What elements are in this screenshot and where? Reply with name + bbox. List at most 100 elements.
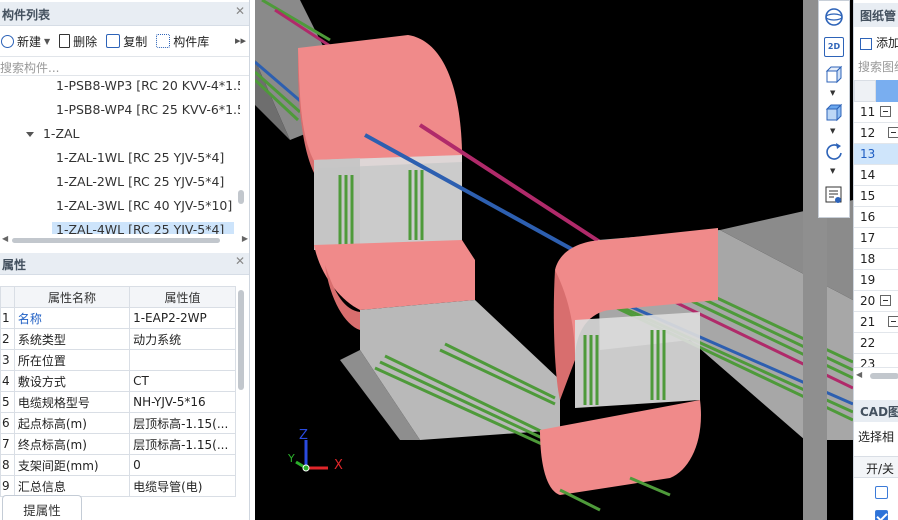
library-button[interactable]: 构件库	[156, 33, 209, 50]
left-panel: 构件列表 ✕ 新建 ▼ 删除 复制 构件库 ▸▸ 搜索构件... 1-PSB8-…	[0, 0, 250, 520]
property-value[interactable]: CT	[129, 370, 236, 392]
chevron-down-icon[interactable]: ▼	[830, 89, 835, 97]
tree-item[interactable]: 1-PSB8-WP3 [RC 20 KVV-4*1.5]	[56, 78, 240, 100]
axis-origin	[302, 464, 310, 472]
chevron-down-icon[interactable]: ▼	[830, 167, 835, 175]
search-placeholder: 搜索图纸	[858, 60, 898, 74]
tree-item-label: 1-PSB8-WP3 [RC 20 KVV-4*1.5]	[56, 78, 240, 93]
drawing-row[interactable]: 12	[854, 123, 898, 144]
drawing-row[interactable]: 17	[854, 228, 898, 249]
new-button[interactable]: 新建 ▼	[0, 33, 50, 50]
table-row[interactable]: 7 终点标高(m) 层顶标高-1.15(...	[0, 433, 236, 455]
table-row[interactable]: 6 起点标高(m) 层顶标高-1.15(...	[0, 412, 236, 434]
drawing-row[interactable]: 15	[854, 186, 898, 207]
property-value[interactable]: 层顶标高-1.15(...	[129, 433, 236, 455]
table-row[interactable]: 2 系统类型 动力系统	[0, 328, 236, 350]
view-2d-label: 2D	[827, 42, 841, 51]
layer-visibility-checkbox[interactable]	[875, 486, 888, 499]
add-icon	[860, 37, 872, 50]
arrow-left-icon[interactable]: ◀	[2, 234, 8, 243]
tree-item[interactable]: 1-ZAL-3WL [RC 40 YJV-5*10]	[56, 198, 232, 220]
list-settings-icon[interactable]	[824, 185, 844, 205]
property-value[interactable]: 电缆导管(电)	[129, 475, 236, 497]
drawing-row[interactable]: 22	[854, 333, 898, 354]
properties-scrollbar[interactable]	[238, 290, 244, 390]
row-number: 22	[860, 336, 876, 350]
close-icon[interactable]: ✕	[235, 254, 245, 268]
scroll-thumb[interactable]	[12, 238, 220, 243]
drawing-horizontal-scrollbar[interactable]	[870, 373, 898, 379]
add-drawing-button[interactable]: 添加	[860, 34, 898, 51]
chevron-down-icon[interactable]: ▼	[830, 127, 835, 135]
tree-item[interactable]: 1-ZAL-1WL [RC 25 YJV-5*4]	[56, 150, 224, 172]
property-value[interactable]	[129, 349, 236, 371]
drawing-row[interactable]: 23	[854, 354, 898, 368]
drawing-row-selected[interactable]: 13	[854, 144, 898, 165]
trash-icon	[59, 34, 71, 48]
component-search-input[interactable]: 搜索构件...	[0, 56, 249, 76]
collapse-icon[interactable]	[880, 295, 891, 306]
cad-panel-title: CAD图	[860, 405, 898, 419]
drawing-row[interactable]: 19	[854, 270, 898, 291]
tree-item-label: 1-ZAL	[42, 126, 80, 141]
table-row[interactable]: 1 名称 1-EAP2-2WP	[0, 307, 236, 329]
app-window: 构件列表 ✕ 新建 ▼ 删除 复制 构件库 ▸▸ 搜索构件... 1-PSB8-…	[0, 0, 898, 520]
3d-viewport[interactable]: Z X Y	[255, 0, 853, 520]
sphere-icon[interactable]	[824, 7, 844, 27]
collapse-icon[interactable]	[888, 127, 898, 138]
property-value[interactable]: 1-EAP2-2WP	[129, 307, 236, 329]
caret-down-icon[interactable]	[26, 132, 34, 137]
tree-item-label: 1-ZAL-4WL [RC 25 YJV-5*4]	[56, 222, 225, 234]
rotate-icon[interactable]	[824, 141, 844, 161]
arrow-right-icon[interactable]: ▶	[242, 234, 248, 243]
tab-extract-properties[interactable]: 提属性	[2, 495, 82, 520]
cube-icon[interactable]	[824, 65, 844, 85]
table-row[interactable]: 9 汇总信息 电缆导管(电)	[0, 475, 236, 497]
drawing-grid-header	[854, 80, 898, 102]
close-icon[interactable]: ✕	[235, 4, 245, 18]
row-number: 15	[860, 189, 876, 203]
view-2d-icon[interactable]: 2D	[824, 37, 844, 57]
delete-button[interactable]: 删除	[59, 33, 97, 50]
collapse-icon[interactable]	[880, 106, 891, 117]
tree-horizontal-scrollbar[interactable]: ◀ ▶	[0, 234, 249, 246]
table-row[interactable]: 3 所在位置	[0, 349, 236, 371]
copy-button[interactable]: 复制	[106, 33, 147, 50]
table-row[interactable]: 4 敷设方式 CT	[0, 370, 236, 392]
drawing-search-input[interactable]: 搜索图纸	[858, 58, 898, 75]
select-same-layer-button[interactable]: 选择相	[858, 428, 894, 445]
arrow-left-icon[interactable]: ◀	[856, 370, 862, 379]
property-value[interactable]: 层顶标高-1.15(...	[129, 412, 236, 434]
collapse-icon[interactable]	[888, 316, 898, 327]
tree-item[interactable]: 1-PSB8-WP4 [RC 25 KVV-6*1.5]	[56, 102, 240, 124]
row-number: 19	[860, 273, 876, 287]
more-icon[interactable]: ▸▸	[235, 34, 246, 47]
table-row[interactable]: 5 电缆规格型号 NH-YJV-5*16	[0, 391, 236, 413]
tree-scrollbar[interactable]	[238, 190, 244, 204]
tree-group[interactable]: 1-ZAL	[26, 126, 80, 148]
tree-item[interactable]: 1-ZAL-2WL [RC 25 YJV-5*4]	[56, 174, 224, 196]
properties-table-header: 属性名称 属性值	[0, 286, 236, 308]
axis-x-label: X	[334, 458, 343, 473]
layer-visibility-checkbox[interactable]	[875, 510, 888, 520]
row-number: 17	[860, 231, 876, 245]
property-name: 起点标高(m)	[13, 412, 131, 434]
drawing-row[interactable]: 11	[854, 102, 898, 123]
drawing-row[interactable]: 21	[854, 312, 898, 333]
property-value[interactable]: NH-YJV-5*16	[129, 391, 236, 413]
table-row[interactable]: 8 支架间距(mm) 0	[0, 454, 236, 476]
drawing-row[interactable]: 20	[854, 291, 898, 312]
drawing-row[interactable]: 18	[854, 249, 898, 270]
cube-blue-icon[interactable]	[824, 103, 844, 123]
property-value[interactable]: 0	[129, 454, 236, 476]
grid-header-cell-selected[interactable]	[876, 80, 898, 102]
chevron-down-icon[interactable]: ▼	[44, 37, 50, 46]
row-number: 7	[0, 433, 15, 455]
tree-item-selected[interactable]: 1-ZAL-4WL [RC 25 YJV-5*4]	[52, 222, 234, 234]
row-number: 12	[860, 126, 876, 140]
drawing-row[interactable]: 16	[854, 207, 898, 228]
tree-item-label: 1-ZAL-3WL [RC 40 YJV-5*10]	[56, 198, 233, 213]
tree-item-label: 1-ZAL-1WL [RC 25 YJV-5*4]	[56, 150, 225, 165]
property-value[interactable]: 动力系统	[129, 328, 236, 350]
drawing-row[interactable]: 14	[854, 165, 898, 186]
